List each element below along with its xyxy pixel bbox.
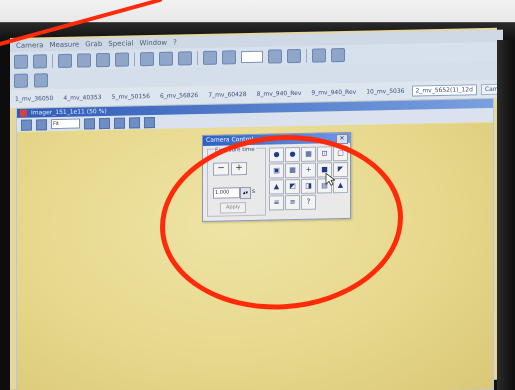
tab-active[interactable]: 2_mv_5652(1)_12d (411, 83, 477, 97)
zoom-icon[interactable] (287, 48, 301, 64)
toolbar-input[interactable] (241, 50, 263, 64)
settings-icon[interactable] (312, 48, 326, 63)
photo: Camera Measure Grab Special Window ? 1_m… (0, 0, 515, 390)
measure-icon[interactable] (203, 50, 217, 65)
scale-icon[interactable] (222, 50, 236, 65)
help-icon[interactable] (331, 47, 345, 63)
tab-document[interactable]: 7_mv_60428 (205, 89, 249, 99)
tab-document[interactable]: 9_mv_940_Rev (308, 87, 359, 97)
tab-document[interactable]: 10_mv_5036 (363, 86, 407, 96)
arrow-icon[interactable] (268, 49, 282, 64)
tab-document[interactable]: 8_mv_940_Rev (254, 88, 305, 98)
monitor-bezel-right (497, 40, 515, 390)
annotation-arrow-line (0, 0, 162, 46)
toolbar-divider (306, 48, 307, 63)
